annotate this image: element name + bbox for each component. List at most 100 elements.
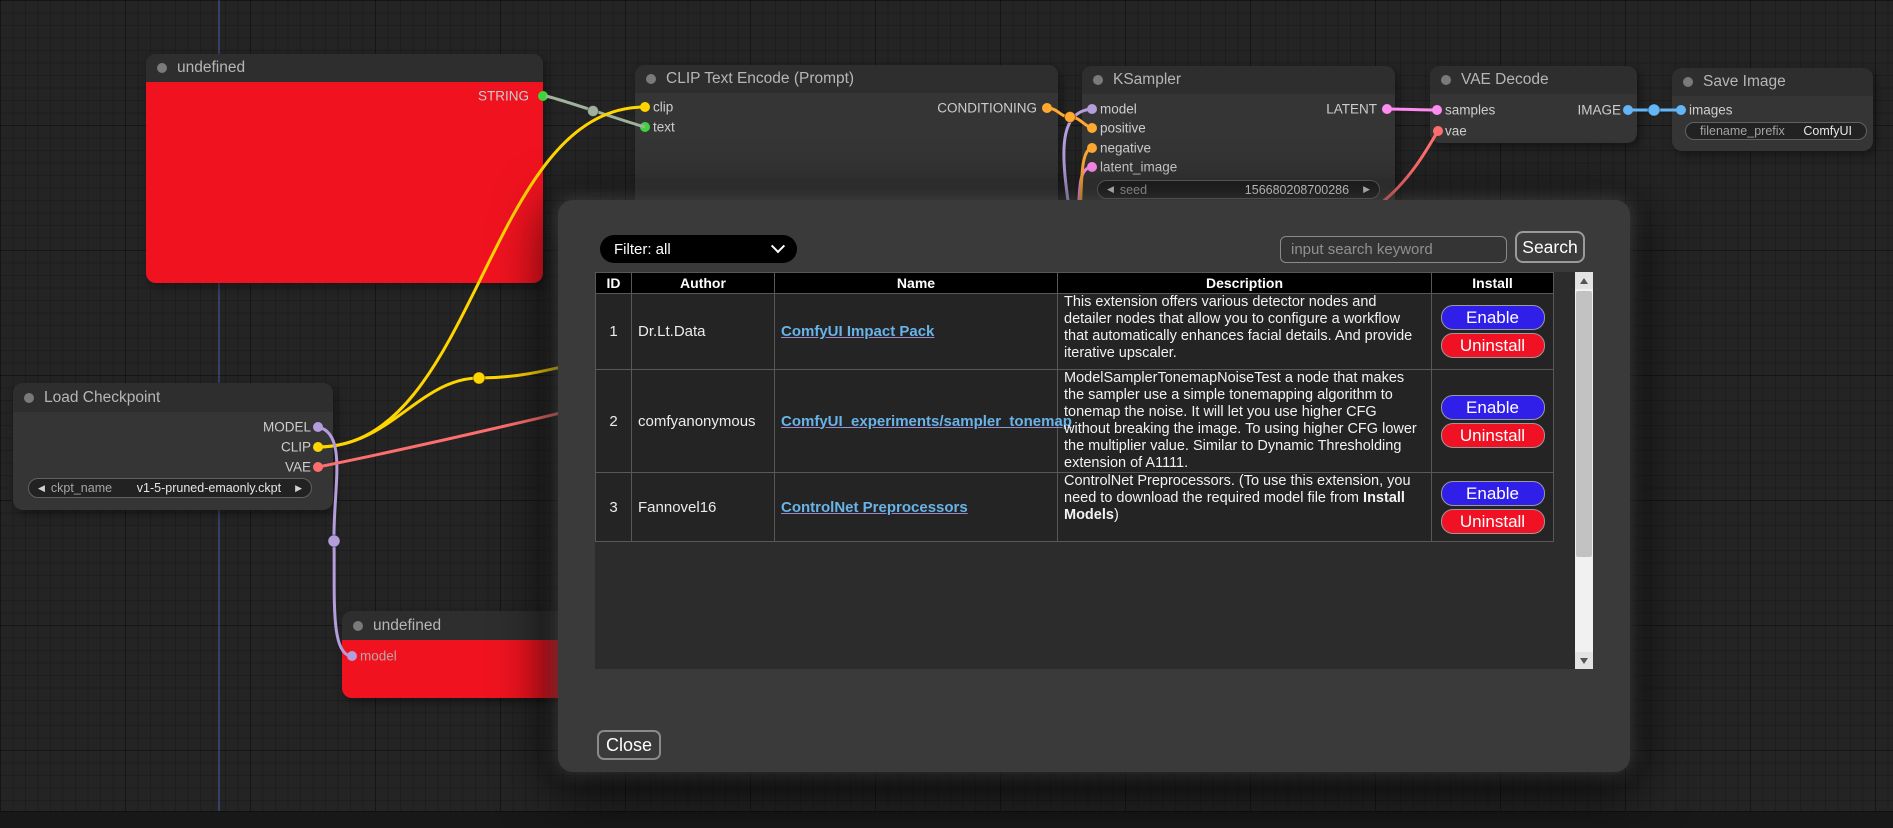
extension-link[interactable]: ControlNet Preprocessors — [781, 499, 968, 516]
input-slot-text[interactable] — [640, 122, 650, 132]
ckpt-name-widget[interactable]: ◀ ckpt_name v1-5-pruned-emaonly.ckpt ▶ — [28, 478, 312, 498]
output-slot-latent[interactable] — [1382, 104, 1392, 114]
collapse-dot-icon[interactable] — [353, 621, 363, 631]
input-slot-negative[interactable] — [1087, 143, 1097, 153]
filename-prefix-widget[interactable]: filename_prefix ComfyUI — [1685, 122, 1867, 140]
input-label: vae — [1445, 124, 1467, 139]
cell-description: This extension offers various detector n… — [1058, 294, 1432, 370]
cell-name: ControlNet Preprocessors — [775, 473, 1058, 542]
node-title: CLIP Text Encode (Prompt) — [666, 70, 854, 88]
collapse-dot-icon[interactable] — [1093, 75, 1103, 85]
output-slot-model[interactable] — [313, 422, 323, 432]
cell-install: Enable Uninstall — [1432, 294, 1554, 370]
input-slot-samples[interactable] — [1432, 105, 1442, 115]
input-label: text — [653, 120, 675, 135]
enable-button[interactable]: Enable — [1441, 305, 1545, 330]
close-button[interactable]: Close — [597, 730, 661, 760]
widget-label: ckpt_name — [51, 481, 112, 495]
node-title-bar[interactable]: Save Image — [1672, 68, 1873, 96]
cell-description: ModelSamplerTonemapNoiseTest a node that… — [1058, 370, 1432, 473]
node-undefined-bottom[interactable]: undefined model — [342, 611, 568, 698]
node-title-bar[interactable]: undefined — [342, 611, 568, 640]
input-label: negative — [1100, 141, 1151, 156]
collapse-dot-icon[interactable] — [24, 393, 34, 403]
reroute-dot[interactable] — [588, 106, 599, 117]
input-slot-vae[interactable] — [1433, 126, 1443, 136]
node-error-body — [146, 82, 543, 283]
output-slot-conditioning[interactable] — [1042, 103, 1052, 113]
reroute-dot[interactable] — [1648, 104, 1660, 116]
table-row: 3Fannovel16ControlNet PreprocessorsContr… — [596, 473, 1554, 542]
node-clip-text-encode[interactable]: CLIP Text Encode (Prompt) clip text COND… — [635, 65, 1058, 200]
output-slot-clip[interactable] — [313, 442, 323, 452]
filter-select[interactable]: Filter: all — [600, 235, 797, 263]
output-slot-image[interactable] — [1623, 105, 1633, 115]
uninstall-button[interactable]: Uninstall — [1441, 333, 1545, 358]
triangle-up-icon — [1580, 278, 1588, 284]
scroll-down-arrow[interactable] — [1575, 652, 1593, 669]
collapse-dot-icon[interactable] — [1683, 77, 1693, 87]
cell-install: Enable Uninstall — [1432, 473, 1554, 542]
search-button[interactable]: Search — [1515, 231, 1585, 263]
enable-button[interactable]: Enable — [1441, 481, 1545, 506]
enable-button[interactable]: Enable — [1441, 395, 1545, 420]
column-header: ID — [596, 273, 632, 294]
reroute-dot[interactable] — [1065, 112, 1076, 123]
output-label: VAE — [285, 460, 311, 475]
scrollbar-thumb[interactable] — [1576, 291, 1592, 557]
collapse-dot-icon[interactable] — [1441, 75, 1451, 85]
column-header: Description — [1058, 273, 1432, 294]
output-slot-string[interactable] — [538, 91, 548, 101]
input-slot-model[interactable] — [347, 651, 357, 661]
scroll-up-arrow[interactable] — [1575, 272, 1593, 289]
node-title-bar[interactable]: undefined — [146, 54, 543, 82]
node-save-image[interactable]: Save Image images filename_prefix ComfyU… — [1672, 68, 1873, 151]
node-undefined-top[interactable]: undefined STRING — [146, 54, 543, 283]
extension-table-scroll-area[interactable]: IDAuthorNameDescriptionInstall 1Dr.Lt.Da… — [595, 272, 1575, 669]
uninstall-button[interactable]: Uninstall — [1441, 509, 1545, 534]
node-title-bar[interactable]: KSampler — [1082, 66, 1395, 94]
extension-link[interactable]: ComfyUI_experiments/sampler_tonemap — [781, 413, 1072, 430]
table-row: 2comfyanonymousComfyUI_experiments/sampl… — [596, 370, 1554, 473]
collapse-dot-icon[interactable] — [646, 74, 656, 84]
cell-id: 1 — [596, 294, 632, 370]
input-slot-images[interactable] — [1676, 105, 1686, 115]
search-input[interactable] — [1280, 236, 1507, 263]
input-label: clip — [653, 100, 673, 115]
reroute-dot[interactable] — [473, 372, 485, 384]
output-label: CONDITIONING — [937, 101, 1037, 116]
node-title: VAE Decode — [1461, 71, 1549, 89]
input-label: samples — [1445, 103, 1495, 118]
output-label: MODEL — [263, 420, 311, 435]
widget-value: 156680208700286 — [1245, 183, 1349, 197]
input-slot-positive[interactable] — [1087, 123, 1097, 133]
output-label: LATENT — [1326, 102, 1377, 117]
chevron-down-icon — [771, 239, 785, 253]
output-slot-vae[interactable] — [313, 462, 323, 472]
collapse-dot-icon[interactable] — [157, 63, 167, 73]
reroute-dot[interactable] — [328, 535, 340, 547]
node-title-bar[interactable]: Load Checkpoint — [13, 383, 333, 412]
widget-value: ComfyUI — [1803, 124, 1852, 138]
table-row: 1Dr.Lt.Data ComfyUI Impact Pack This exten… — [596, 294, 1554, 370]
input-label: images — [1689, 103, 1733, 118]
input-slot-latent-image[interactable] — [1087, 162, 1097, 172]
input-slot-clip[interactable] — [640, 102, 650, 112]
node-title-bar[interactable]: CLIP Text Encode (Prompt) — [635, 65, 1058, 93]
node-title-bar[interactable]: VAE Decode — [1430, 66, 1637, 94]
node-ksampler[interactable]: KSampler model positive negative latent_… — [1082, 66, 1395, 206]
output-label: IMAGE — [1577, 103, 1621, 118]
uninstall-button[interactable]: Uninstall — [1441, 423, 1545, 448]
input-slot-model[interactable] — [1087, 104, 1097, 114]
cell-description: ControlNet Preprocessors. (To use this e… — [1058, 473, 1432, 542]
increment-arrow-icon[interactable]: ▶ — [1363, 185, 1370, 194]
seed-widget[interactable]: ◀ seed 156680208700286 ▶ — [1097, 180, 1380, 199]
cell-author: Dr.Lt.Data — [632, 294, 775, 370]
node-load-checkpoint[interactable]: Load Checkpoint MODEL CLIP VAE ◀ ckpt_na… — [13, 383, 333, 510]
extension-link[interactable]: ComfyUI Impact Pack — [781, 323, 934, 340]
node-vae-decode[interactable]: VAE Decode samples vae IMAGE — [1430, 66, 1637, 143]
table-scrollbar[interactable] — [1575, 272, 1593, 669]
decrement-arrow-icon[interactable]: ◀ — [1107, 185, 1114, 194]
increment-arrow-icon[interactable]: ▶ — [295, 484, 302, 493]
decrement-arrow-icon[interactable]: ◀ — [38, 484, 45, 493]
